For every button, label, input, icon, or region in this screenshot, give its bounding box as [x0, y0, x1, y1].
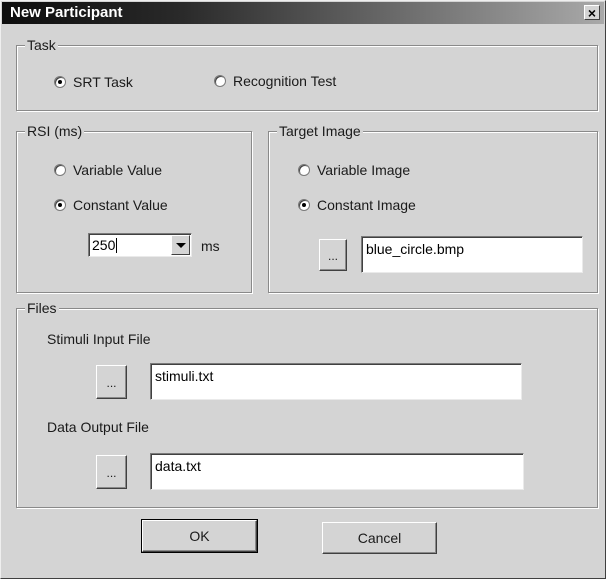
radio-variable-value-label: Variable Value	[73, 162, 162, 178]
radio-button-icon	[54, 76, 66, 88]
data-output-file-label: Data Output File	[47, 419, 149, 435]
data-browse-button[interactable]: ...	[96, 455, 127, 489]
rsi-group-label: RSI (ms)	[25, 123, 85, 139]
radio-button-icon	[54, 199, 66, 211]
data-file-field[interactable]: data.txt	[150, 453, 524, 490]
files-group: Files Stimuli Input File ... stimuli.txt…	[16, 300, 598, 508]
files-group-label: Files	[25, 300, 59, 316]
close-icon: ×	[587, 4, 597, 21]
radio-constant-image-label: Constant Image	[317, 197, 416, 213]
radio-recognition-test[interactable]: Recognition Test	[214, 73, 336, 89]
radio-button-icon	[298, 199, 310, 211]
radio-srt-task-label: SRT Task	[73, 74, 133, 90]
task-group: Task SRT Task Recognition Test	[16, 37, 598, 111]
rsi-group: RSI (ms) Variable Value Constant Value 2…	[16, 123, 252, 293]
target-image-group-label: Target Image	[277, 123, 363, 139]
stimuli-input-file-label: Stimuli Input File	[47, 331, 151, 347]
radio-recognition-test-label: Recognition Test	[233, 73, 337, 89]
rsi-value: 250	[92, 237, 118, 253]
title-bar[interactable]: New Participant ×	[2, 2, 604, 24]
task-group-label: Task	[25, 37, 58, 53]
chevron-down-icon	[175, 242, 186, 248]
rsi-value-text: 250	[92, 237, 116, 253]
stimuli-file-field[interactable]: stimuli.txt	[150, 363, 522, 400]
radio-button-icon	[54, 164, 66, 176]
close-button[interactable]: ×	[584, 5, 600, 20]
rsi-value-combobox[interactable]: 250	[88, 233, 192, 257]
radio-button-icon	[298, 164, 310, 176]
target-image-file-field[interactable]: blue_circle.bmp	[361, 236, 583, 273]
radio-variable-image-label: Variable Image	[317, 162, 411, 178]
cancel-button[interactable]: Cancel	[322, 522, 437, 554]
radio-variable-value[interactable]: Variable Value	[54, 162, 162, 178]
stimuli-browse-button[interactable]: ...	[96, 365, 127, 399]
target-image-browse-button[interactable]: ...	[319, 239, 347, 271]
radio-variable-image[interactable]: Variable Image	[298, 162, 410, 178]
target-image-group: Target Image Variable Image Constant Ima…	[268, 123, 598, 293]
ok-button[interactable]: OK	[141, 519, 258, 553]
radio-button-icon	[214, 75, 226, 87]
rsi-dropdown-button[interactable]	[171, 235, 190, 255]
radio-constant-value[interactable]: Constant Value	[54, 197, 168, 213]
new-participant-dialog: New Participant × Task SRT Task Recognit…	[0, 0, 606, 579]
text-caret	[116, 238, 118, 253]
window-title: New Participant	[10, 4, 123, 21]
rsi-unit-label: ms	[201, 238, 220, 254]
radio-constant-value-label: Constant Value	[73, 197, 168, 213]
radio-srt-task[interactable]: SRT Task	[54, 74, 133, 90]
radio-constant-image[interactable]: Constant Image	[298, 197, 416, 213]
